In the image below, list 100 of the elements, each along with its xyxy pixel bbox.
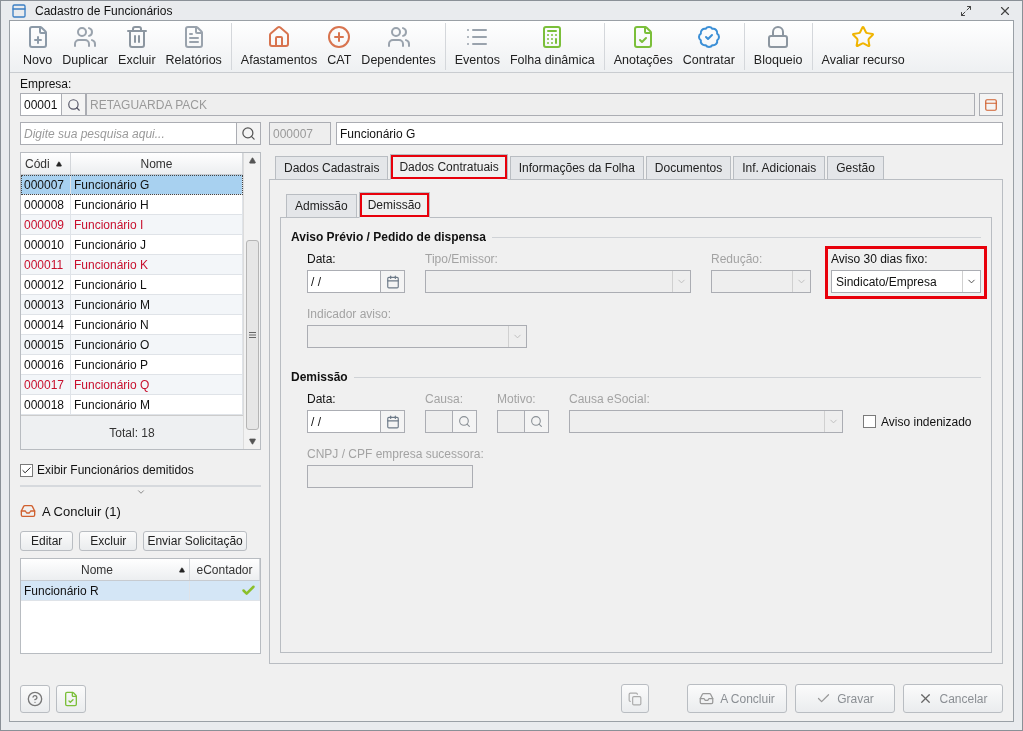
toolbar-button[interactable]: Afastamentos — [235, 23, 323, 70]
list-row[interactable]: Funcionário R — [21, 581, 260, 601]
table-cell: 000012 — [21, 275, 71, 294]
tab[interactable]: Dados Cadastrais — [275, 156, 389, 180]
table-cell: 000009 — [21, 215, 71, 234]
tab[interactable]: Informações da Folha — [509, 156, 644, 180]
star-icon — [851, 25, 876, 49]
list-row[interactable]: 000016 Funcionário P — [21, 355, 243, 375]
window-app-icon — [11, 2, 27, 19]
toolbar-button[interactable]: Contratar — [677, 23, 740, 70]
checkbox-label: Exibir Funcionários demitidos — [37, 463, 194, 477]
copy-icon — [628, 691, 642, 706]
list-row[interactable]: 000015 Funcionário O — [21, 335, 243, 355]
section-title: Aviso Prévio / Pedido de dispensa — [291, 230, 486, 244]
total-footer: Total: 18 — [21, 415, 243, 449]
dropdown-field[interactable]: Sindicato/Empresa — [831, 270, 981, 293]
action-button[interactable]: Editar — [20, 531, 74, 551]
date-field[interactable]: / / — [307, 410, 381, 433]
calendar-icon[interactable] — [381, 270, 405, 293]
checkbox[interactable] — [20, 463, 33, 477]
toolbar-button[interactable]: Excluir — [113, 23, 161, 70]
list-row[interactable]: 000011 Funcionário K — [21, 255, 243, 275]
checkbox-label: Aviso indenizado — [881, 414, 972, 429]
copy-button[interactable] — [621, 684, 649, 713]
column-header[interactable]: Nome — [21, 559, 190, 580]
table-cell: 000007 — [21, 175, 71, 194]
list-row[interactable]: 000018 Funcionário M — [21, 395, 243, 415]
tab[interactable]: Demissão — [358, 192, 431, 218]
scrollbar[interactable] — [243, 153, 260, 449]
field-label: Empresa: — [20, 77, 73, 91]
tab[interactable]: Dados Contratuais — [390, 154, 508, 180]
field-label: Causa eSocial: — [569, 392, 651, 406]
sort-icon — [55, 160, 62, 167]
tab[interactable]: Admissão — [286, 194, 357, 218]
toolbar-button[interactable]: Bloqueio — [748, 23, 808, 70]
list-row[interactable]: 000013 Funcionário M — [21, 295, 243, 315]
tab[interactable]: Inf. Adicionais — [733, 156, 826, 180]
column-header[interactable]: Códi — [21, 153, 71, 174]
toolbar-button[interactable]: CAT — [322, 23, 357, 70]
action-button[interactable]: Excluir — [79, 531, 138, 551]
list-row[interactable]: 000017 Funcionário Q — [21, 375, 243, 395]
scroll-down-icon[interactable] — [248, 438, 256, 445]
action-button[interactable]: Enviar Solicitação — [143, 531, 247, 551]
help-button[interactable] — [20, 685, 50, 713]
table-cell: 000010 — [21, 235, 71, 254]
list-row[interactable]: 000010 Funcionário J — [21, 235, 243, 255]
padlock-icon — [766, 25, 791, 49]
toolbar-button[interactable]: Dependentes — [356, 23, 441, 70]
list-row[interactable]: 000009 Funcionário I — [21, 215, 243, 235]
column-header[interactable]: eContador — [190, 559, 260, 580]
panel-icon[interactable] — [979, 93, 1003, 116]
inbox-tray-icon — [699, 691, 715, 706]
toolbar-button[interactable]: Eventos — [449, 23, 505, 70]
table-cell: 000011 — [21, 255, 71, 274]
employee-name-field[interactable]: Funcionário G — [336, 122, 1003, 145]
field-label: Redução: — [711, 252, 764, 266]
toolbar-button[interactable]: Duplicar — [57, 23, 114, 70]
table-cell: 000018 — [21, 395, 71, 414]
field-label: Tipo/Emissor: — [425, 252, 499, 266]
badge-check-icon — [696, 25, 721, 49]
list-row[interactable]: 000008 Funcionário H — [21, 195, 243, 215]
toolbar-button[interactable]: Avaliar recurso — [816, 23, 910, 70]
help-icon — [27, 691, 43, 707]
checkbox[interactable] — [863, 415, 876, 428]
field-label: Motivo: — [497, 392, 537, 406]
people-icon — [386, 25, 411, 49]
field-label: Data: — [307, 252, 337, 266]
search-icon[interactable] — [62, 93, 86, 116]
field-label: Causa: — [425, 392, 465, 406]
restore-icon[interactable] — [960, 4, 972, 17]
list-row[interactable]: 000014 Funcionário N — [21, 315, 243, 335]
splitter-grip-icon[interactable] — [135, 487, 146, 497]
toolbar-button[interactable]: Novo — [18, 23, 58, 70]
grip-icon — [248, 332, 256, 338]
field-label: CNPJ / CPF empresa sucessora: — [307, 447, 484, 461]
section-title: A Concluir (1) — [42, 503, 121, 519]
field-label: Indicador aviso: — [307, 307, 393, 321]
tab[interactable]: Gestão — [827, 156, 884, 180]
company-code-field[interactable]: 00001 — [20, 93, 62, 116]
list-row[interactable]: 000012 Funcionário L — [21, 275, 243, 295]
scroll-up-icon[interactable] — [248, 157, 256, 164]
table-cell: 000017 — [21, 375, 71, 394]
inbox-tray-icon — [20, 503, 36, 519]
document-check-button[interactable] — [56, 685, 86, 713]
calendar-icon[interactable] — [381, 410, 405, 433]
people-icon — [73, 25, 98, 49]
table-cell: 000016 — [21, 355, 71, 374]
field-label: Data: — [307, 392, 337, 406]
tab[interactable]: Documentos — [645, 156, 732, 180]
toolbar-button[interactable]: Folha dinâmica — [504, 23, 600, 70]
house-icon — [267, 25, 292, 49]
table-cell: 000013 — [21, 295, 71, 314]
date-field[interactable]: / / — [307, 270, 381, 293]
table-cell: Funcionário R — [21, 581, 190, 600]
plus-circle-icon — [327, 25, 352, 49]
toolbar-button[interactable]: Relatórios — [160, 23, 227, 70]
list-row[interactable]: 000007 Funcionário G — [21, 175, 243, 195]
toolbar-button[interactable]: Anotações — [608, 23, 678, 70]
search-icon[interactable] — [237, 122, 261, 145]
table-cell: 000008 — [21, 195, 71, 214]
